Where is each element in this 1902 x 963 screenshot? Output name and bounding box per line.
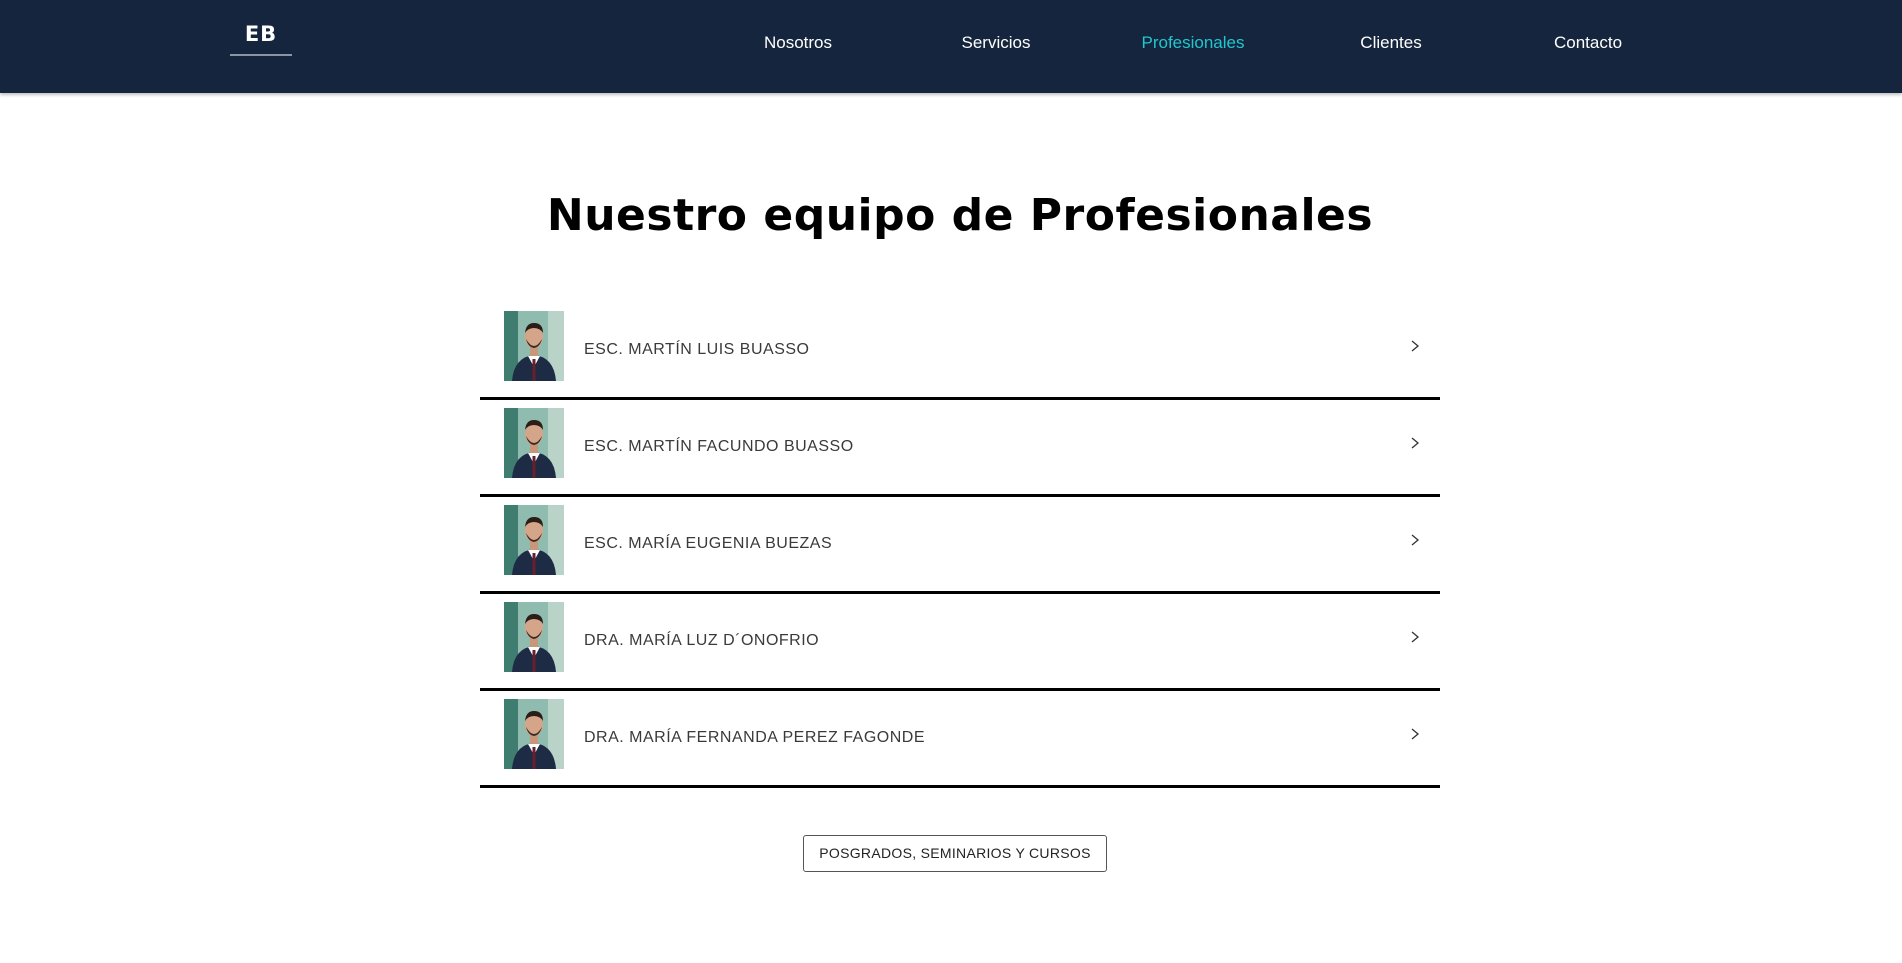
chevron-right-icon[interactable] (1408, 533, 1422, 547)
professional-row[interactable]: DRA. MARÍA LUZ D´ONOFRIO (480, 594, 1440, 691)
person-photo-icon (504, 408, 564, 478)
professional-row[interactable]: ESC. MARTÍN FACUNDO BUASSO (480, 400, 1440, 497)
person-photo-icon (504, 602, 564, 672)
professional-avatar (504, 602, 564, 672)
professional-name: DRA. MARÍA LUZ D´ONOFRIO (584, 632, 820, 649)
professional-name: ESC. MARTÍN LUIS BUASSO (584, 341, 810, 358)
page-title: Nuestro equipo de Profesionales (546, 190, 1374, 241)
nav-link-nosotros[interactable]: Nosotros (764, 32, 832, 54)
professional-avatar (504, 699, 564, 769)
professional-row[interactable]: ESC. MARTÍN LUIS BUASSO (480, 303, 1440, 400)
professional-name: DRA. MARÍA FERNANDA PEREZ FAGONDE (584, 729, 925, 746)
professional-avatar (504, 311, 564, 381)
professional-avatar (504, 505, 564, 575)
chevron-right-icon[interactable] (1408, 727, 1422, 741)
professionals-list: ESC. MARTÍN LUIS BUASSO ESC. MARTÍN FACU… (480, 303, 1440, 788)
professional-name: ESC. MARTÍN FACUNDO BUASSO (584, 438, 854, 455)
chevron-right-icon[interactable] (1408, 339, 1422, 353)
professional-row[interactable]: ESC. MARÍA EUGENIA BUEZAS (480, 497, 1440, 594)
chevron-right-icon[interactable] (1408, 630, 1422, 644)
nav-link-profesionales[interactable]: Profesionales (1141, 32, 1244, 54)
top-navbar: EB Nosotros Servicios Profesionales Clie… (0, 0, 1902, 93)
site-logo[interactable]: EB (230, 21, 292, 56)
courses-button[interactable]: POSGRADOS, SEMINARIOS Y CURSOS (803, 835, 1107, 872)
nav-link-clientes[interactable]: Clientes (1360, 32, 1421, 54)
professional-avatar (504, 408, 564, 478)
chevron-right-icon[interactable] (1408, 436, 1422, 450)
nav-link-contacto[interactable]: Contacto (1554, 32, 1622, 54)
person-photo-icon (504, 311, 564, 381)
person-photo-icon (504, 505, 564, 575)
professional-row[interactable]: DRA. MARÍA FERNANDA PEREZ FAGONDE (480, 691, 1440, 788)
person-photo-icon (504, 699, 564, 769)
nav-link-servicios[interactable]: Servicios (962, 32, 1031, 54)
professional-name: ESC. MARÍA EUGENIA BUEZAS (584, 535, 833, 552)
